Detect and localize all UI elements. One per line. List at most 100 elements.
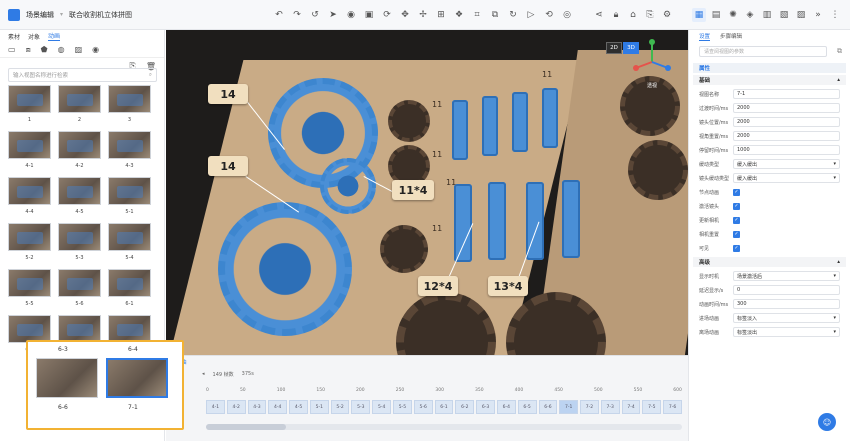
move-icon[interactable]: ✥ <box>398 8 412 22</box>
prop-value-input[interactable]: 2000 <box>733 117 840 127</box>
play-icon[interactable]: ▷ <box>524 8 538 22</box>
shape-icon[interactable]: ⬟ <box>41 45 48 54</box>
share-icon[interactable]: ⋖ <box>592 8 606 22</box>
view-thumb[interactable] <box>108 315 151 343</box>
timeline-segment[interactable]: 6-4 <box>496 400 516 414</box>
save-icon[interactable]: ▣ <box>362 8 376 22</box>
redo-icon[interactable]: ↷ <box>290 8 304 22</box>
view-thumb[interactable] <box>8 177 51 205</box>
timeline-segment[interactable]: 5-3 <box>351 400 371 414</box>
view-thumb[interactable] <box>8 315 51 343</box>
panel-light-icon[interactable]: ✺ <box>726 8 740 22</box>
timeline-segment[interactable]: 7-4 <box>621 400 641 414</box>
prop-value-input[interactable]: 300 <box>733 299 840 309</box>
panel-expand-icon[interactable]: » <box>811 8 825 22</box>
title-dropdown-icon[interactable]: ▾ <box>60 11 63 18</box>
view-thumb[interactable] <box>8 223 51 251</box>
prop-value-input[interactable]: 0 <box>733 285 840 295</box>
timeline-scroll-thumb[interactable] <box>206 424 286 430</box>
checkbox[interactable]: ✓ <box>733 202 740 210</box>
panel-data-icon[interactable]: ▧ <box>777 8 791 22</box>
blue-part[interactable] <box>562 180 580 258</box>
copy-param-icon[interactable]: ⧉ <box>837 47 842 56</box>
loop-icon[interactable]: ⟲ <box>542 8 556 22</box>
tab-objects[interactable]: 对象 <box>28 32 40 41</box>
panel-layout-icon[interactable]: ▦ <box>692 8 706 22</box>
timeline-segment[interactable]: 4-3 <box>247 400 267 414</box>
collapse-icon[interactable]: ▴ <box>837 259 840 265</box>
gear-11-small[interactable] <box>320 158 376 214</box>
view-thumb[interactable] <box>108 177 151 205</box>
view-search[interactable]: 输入视图名称进行检索 ⌕ <box>8 68 157 82</box>
view-thumb[interactable] <box>108 131 151 159</box>
eye-icon[interactable]: ◉ <box>92 45 99 54</box>
timeline-tab[interactable]: 时间轴 <box>166 356 688 368</box>
rotate-icon[interactable]: ⟳ <box>380 8 394 22</box>
globe-icon[interactable]: ◍ <box>58 45 65 54</box>
node-icon[interactable]: ⧈ <box>26 45 31 55</box>
timeline-segment[interactable]: 7-6 <box>663 400 682 414</box>
view-thumb[interactable] <box>58 269 101 297</box>
record-icon[interactable]: ◎ <box>560 8 574 22</box>
timeline-scrollbar[interactable] <box>206 424 682 430</box>
count-tag[interactable]: 14 <box>208 84 248 104</box>
collapse-icon[interactable]: ▴ <box>837 77 840 83</box>
view-thumb[interactable] <box>108 223 151 251</box>
blue-part[interactable] <box>454 184 472 262</box>
timeline-segment[interactable]: 4-1 <box>206 400 225 414</box>
grid-icon[interactable]: ⊞ <box>434 8 448 22</box>
checkbox[interactable]: ✓ <box>733 244 740 252</box>
prop-select[interactable]: 缓入缓出 ▾ <box>733 173 840 183</box>
view-thumb[interactable] <box>58 85 101 113</box>
count-tag[interactable]: 11*4 <box>392 180 434 200</box>
blue-part[interactable] <box>488 182 506 260</box>
view-thumb[interactable] <box>8 269 51 297</box>
search-icon[interactable]: ⌕ <box>149 72 152 79</box>
view-thumb[interactable] <box>108 85 151 113</box>
panel-chart-icon[interactable]: ▨ <box>794 8 808 22</box>
prop-select[interactable]: 标签淡出 ▾ <box>733 327 840 337</box>
checkbox[interactable]: ✓ <box>733 230 740 238</box>
tab-step-edit[interactable]: 步骤编辑 <box>720 32 742 40</box>
timeline-segment[interactable]: 6-1 <box>434 400 454 414</box>
prop-value-input[interactable]: 2000 <box>733 131 840 141</box>
prop-value-input[interactable]: 7-1 <box>733 89 840 99</box>
timeline-segment[interactable]: 5-5 <box>393 400 412 414</box>
view-thumb[interactable] <box>108 269 151 297</box>
tab-assets[interactable]: 素材 <box>8 32 20 41</box>
popup-thumb[interactable] <box>36 358 98 398</box>
scale-icon[interactable]: ✢ <box>416 8 430 22</box>
blue-part[interactable] <box>512 92 528 152</box>
view-thumb[interactable] <box>8 131 51 159</box>
camera-icon[interactable]: ◉ <box>344 8 358 22</box>
timeline-segment[interactable]: 4-2 <box>226 400 246 414</box>
panel-material-icon[interactable]: ◈ <box>743 8 757 22</box>
timeline-segment[interactable]: 7-5 <box>642 400 662 414</box>
gear-14-large-2[interactable] <box>218 202 352 336</box>
timeline-segment[interactable]: 6-6 <box>538 400 558 414</box>
timeline-segment[interactable]: 4-5 <box>289 400 308 414</box>
section-basic[interactable]: 基础 ▴ <box>693 75 846 85</box>
axis-gizmo-icon[interactable] <box>628 38 676 80</box>
checkbox[interactable]: ✓ <box>733 216 740 224</box>
count-tag[interactable]: 13*4 <box>488 276 528 296</box>
scene-viewport[interactable]: 11 11 11 11 11 14 14 11*4 12*4 13*4 2D 3… <box>166 30 688 355</box>
view-search-input[interactable]: 输入视图名称进行检索 <box>13 71 68 79</box>
timeline-segment[interactable]: 6-5 <box>517 400 537 414</box>
param-search-input[interactable]: 请查阅视图的参数 <box>699 46 827 57</box>
blue-part[interactable] <box>482 96 498 156</box>
timeline-segment[interactable]: 5-4 <box>372 400 392 414</box>
explode-icon[interactable]: ❖ <box>452 8 466 22</box>
timeline-segment[interactable]: 5-2 <box>330 400 350 414</box>
prop-select[interactable]: 场景激活后 ▾ <box>733 271 840 281</box>
section-attributes[interactable]: 属性 <box>693 63 846 73</box>
count-tag[interactable]: 14 <box>208 156 248 176</box>
timeline-segment[interactable]: 6-3 <box>476 400 495 414</box>
panel-more-icon[interactable]: ⋮ <box>828 8 842 22</box>
refresh-icon[interactable]: ↻ <box>506 8 520 22</box>
view-thumb[interactable] <box>58 177 101 205</box>
settings-icon[interactable]: ⚙ <box>660 8 674 22</box>
timeline-segment[interactable]: 7-2 <box>580 400 599 414</box>
timeline-segment[interactable]: 5-6 <box>413 400 433 414</box>
prop-value-input[interactable]: 1000 <box>733 145 840 155</box>
